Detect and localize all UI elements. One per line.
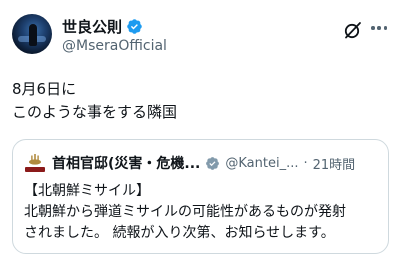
kiri-crest-icon <box>29 154 41 165</box>
quoted-line-3: されました。 続報が入り次第、お知らせします。 <box>24 225 335 241</box>
quoted-timestamp[interactable]: 21時間 <box>313 154 356 173</box>
quoted-post-text: 【北朝鮮ミサイル】 北朝鮮から弾道ミサイルの可能性があるものが発射 されました。… <box>24 181 384 244</box>
post-line-2: このような事をする隣国 <box>12 103 178 121</box>
avatar-figure <box>29 24 37 46</box>
post-line-1: 8月6日に <box>12 80 77 98</box>
more-dot <box>377 26 381 30</box>
author-block: 世良公則 @MseraOfficial <box>62 16 167 55</box>
quoted-line-2: 北朝鮮から弾道ミサイルの可能性があるものが発射 <box>24 204 346 220</box>
author-avatar[interactable] <box>12 14 52 54</box>
quoted-author-avatar[interactable] <box>24 152 46 174</box>
more-dot <box>383 26 387 30</box>
post-text: 8月6日に このような事をする隣国 <box>12 78 177 124</box>
grok-icon[interactable] <box>343 20 363 40</box>
quoted-post[interactable]: 首相官邸(災害・危機... @Kantei_... · 21時間 【北朝鮮ミサイ… <box>12 139 389 254</box>
verified-badge-icon <box>127 18 142 34</box>
quoted-display-name[interactable]: 首相官邸(災害・危機... <box>52 153 200 173</box>
more-options-icon[interactable] <box>371 26 387 32</box>
quoted-line-1: 【北朝鮮ミサイル】 <box>24 183 150 199</box>
quoted-post-header: 首相官邸(災害・危機... @Kantei_... · 21時間 <box>24 152 355 174</box>
author-name-row: 世良公則 <box>62 16 167 36</box>
quoted-handle[interactable]: @Kantei_... <box>225 156 298 171</box>
meta-separator: · <box>303 155 308 171</box>
more-dot <box>371 26 375 30</box>
verified-badge-icon <box>206 156 220 170</box>
avatar-red-band <box>25 167 45 172</box>
author-display-name[interactable]: 世良公則 <box>62 16 122 37</box>
author-handle[interactable]: @MseraOfficial <box>62 38 167 54</box>
